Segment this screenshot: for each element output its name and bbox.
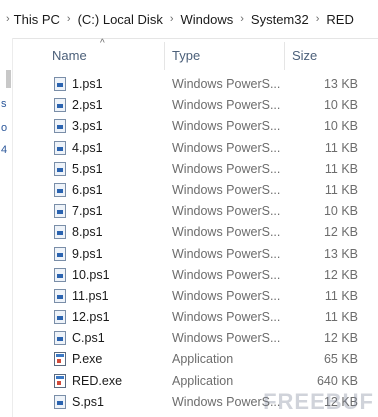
chevron-right-icon[interactable]: › [237,13,247,25]
nav-scrollbar-thumb[interactable] [6,70,11,88]
file-name: 8.ps1 [72,225,103,240]
file-name: S.ps1 [72,394,104,409]
breadcrumb-local-disk[interactable]: (C:) Local Disk [74,12,167,27]
file-name: 7.ps1 [72,204,103,219]
file-size: 11 KB [324,182,358,197]
file-name: 9.ps1 [72,246,103,261]
file-type: Windows PowerS... [172,331,281,346]
nav-item-fragment[interactable]: s [1,98,7,110]
address-bar[interactable]: › This PC › (C:) Local Disk › Windows › … [0,0,378,39]
watermark: FREEBUF [263,389,374,414]
file-name: RED.exe [72,373,123,388]
file-type: Windows PowerS... [172,267,281,282]
file-name: P.exe [72,352,103,367]
file-name: 3.ps1 [72,119,103,134]
column-header-name[interactable]: Name [52,48,87,63]
powershell-file-icon [54,331,66,346]
breadcrumb-system32[interactable]: System32 [247,12,313,27]
powershell-file-icon [54,394,66,409]
file-name: 5.ps1 [72,161,103,176]
nav-item-fragment[interactable]: 4 [1,144,7,156]
file-row[interactable]: 7.ps1 Windows PowerS... 10 KB [12,201,378,222]
file-name: 2.ps1 [72,98,103,113]
file-name: 10.ps1 [72,267,110,282]
file-type: Windows PowerS... [172,161,281,176]
file-type: Windows PowerS... [172,98,281,113]
file-list: 1.ps1 Windows PowerS... 13 KB 2.ps1 Windows … [12,74,378,413]
file-type: Windows PowerS... [172,246,281,261]
file-row[interactable]: P.exe Application 65 KB [12,349,378,370]
powershell-file-icon [54,246,66,261]
file-size: 11 KB [324,310,358,325]
file-size: 12 KB [323,267,358,282]
breadcrumb-windows[interactable]: Windows [177,12,238,27]
file-row[interactable]: 6.ps1 Windows PowerS... 11 KB [12,180,378,201]
file-size: 11 KB [324,140,358,155]
powershell-file-icon [54,310,66,325]
file-size: 13 KB [323,246,358,261]
powershell-file-icon [54,182,66,197]
breadcrumb-this-pc[interactable]: This PC [10,12,64,27]
file-row[interactable]: 11.ps1 Windows PowerS... 11 KB [12,286,378,307]
powershell-file-icon [54,288,66,303]
file-size: 12 KB [323,225,358,240]
file-type: Windows PowerS... [172,77,281,91]
file-size: 10 KB [323,98,358,113]
column-divider[interactable] [284,42,285,70]
file-size: 65 KB [323,352,358,367]
file-type: Windows PowerS... [172,182,281,197]
chevron-right-icon[interactable]: › [313,13,323,25]
file-type: Windows PowerS... [172,310,281,325]
powershell-file-icon [54,77,66,91]
column-divider[interactable] [164,42,165,70]
file-name: 6.ps1 [72,182,103,197]
file-name: C.ps1 [72,331,105,346]
file-name: 11.ps1 [72,288,109,303]
file-size: 13 KB [323,77,358,91]
chevron-right-icon[interactable]: › [167,13,177,25]
file-type: Application [172,352,234,367]
column-header-type[interactable]: Type [172,48,200,63]
column-header: ^ Name Type Size [12,38,378,74]
powershell-file-icon [54,204,66,219]
file-size: 10 KB [323,204,358,219]
file-row[interactable]: C.ps1 Windows PowerS... 12 KB [12,328,378,349]
file-row[interactable]: 5.ps1 Windows PowerS... 11 KB [12,159,378,180]
powershell-file-icon [54,119,66,134]
chevron-right-icon[interactable]: › [64,13,74,25]
file-row[interactable]: 1.ps1 Windows PowerS... 13 KB [12,74,378,95]
powershell-file-icon [54,267,66,282]
file-name: 4.ps1 [72,140,103,155]
file-row[interactable]: 3.ps1 Windows PowerS... 10 KB [12,116,378,137]
file-row[interactable]: 9.ps1 Windows PowerS... 13 KB [12,244,378,265]
file-name: 12.ps1 [72,310,110,325]
file-size: 11 KB [324,161,358,176]
file-name: 1.ps1 [72,77,103,91]
file-row[interactable]: 4.ps1 Windows PowerS... 11 KB [12,138,378,159]
file-row[interactable]: 10.ps1 Windows PowerS... 12 KB [12,265,378,286]
file-size: 12 KB [323,331,358,346]
application-icon [54,373,66,388]
column-header-size[interactable]: Size [292,48,317,63]
file-type: Application [172,373,234,388]
powershell-file-icon [54,225,66,240]
file-size: 640 KB [316,373,358,388]
file-type: Windows PowerS... [172,140,281,155]
file-type: Windows PowerS... [172,119,281,134]
nav-item-fragment[interactable]: o [1,122,7,134]
sort-ascending-icon: ^ [100,38,105,49]
file-type: Windows PowerS... [172,204,281,219]
file-row[interactable]: 8.ps1 Windows PowerS... 12 KB [12,222,378,243]
file-row[interactable]: 2.ps1 Windows PowerS... 10 KB [12,95,378,116]
file-row[interactable]: 12.ps1 Windows PowerS... 11 KB [12,307,378,328]
file-size: 11 KB [324,288,358,303]
file-type: Windows PowerS... [172,288,281,303]
powershell-file-icon [54,161,66,176]
file-type: Windows PowerS... [172,225,281,240]
file-size: 10 KB [323,119,358,134]
breadcrumb-red[interactable]: RED [322,12,357,27]
powershell-file-icon [54,140,66,155]
powershell-file-icon [54,98,66,113]
application-icon [54,352,66,367]
